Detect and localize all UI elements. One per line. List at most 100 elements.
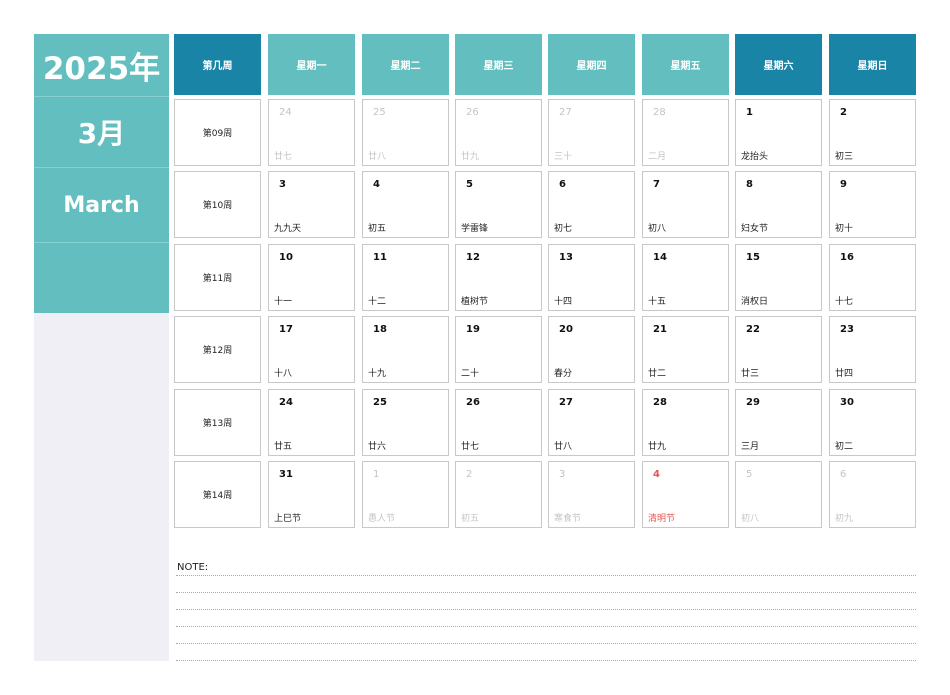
week-number: 第14周	[174, 461, 261, 528]
lunar-label: 廿八	[554, 442, 573, 452]
day-cell: 9 初十	[829, 171, 916, 238]
lunar-label: 廿五	[274, 442, 293, 452]
header-day: 星期二	[362, 34, 449, 95]
lunar-label: 清明节	[648, 514, 676, 524]
lunar-label: 初二	[835, 442, 854, 452]
lunar-label: 廿三	[741, 369, 760, 379]
lunar-label: 十二	[368, 297, 387, 307]
day-number: 22	[746, 324, 760, 335]
month-cn-label: 3月	[34, 97, 169, 168]
lunar-label: 龙抬头	[741, 152, 769, 162]
day-number: 8	[746, 179, 753, 190]
day-number: 21	[653, 324, 667, 335]
lunar-label: 寒食节	[554, 514, 582, 524]
day-number: 27	[559, 397, 573, 408]
day-cell: 27 廿八	[548, 389, 635, 456]
lunar-label: 植树节	[461, 297, 489, 307]
header-day: 星期日	[829, 34, 916, 95]
day-cell: 16 十七	[829, 244, 916, 311]
day-cell: 28 二月	[642, 99, 729, 166]
day-number: 6	[840, 469, 847, 480]
day-cell: 15 消权日	[735, 244, 822, 311]
day-number: 2	[840, 107, 847, 118]
lunar-label: 二月	[648, 152, 667, 162]
day-cell: 25 廿六	[362, 389, 449, 456]
day-cell: 22 廿三	[735, 316, 822, 383]
lunar-label: 二十	[461, 369, 480, 379]
day-number: 13	[559, 252, 573, 263]
day-number: 24	[279, 397, 293, 408]
day-cell: 28 廿九	[642, 389, 729, 456]
sidebar-accent-block	[34, 243, 169, 313]
day-number: 4	[373, 179, 380, 190]
lunar-label: 十七	[835, 297, 854, 307]
day-number: 5	[466, 179, 473, 190]
day-cell: 26 廿七	[455, 389, 542, 456]
day-cell: 7 初八	[642, 171, 729, 238]
week-number: 第12周	[174, 316, 261, 383]
header-day: 星期一	[268, 34, 355, 95]
day-cell: 3 寒食节	[548, 461, 635, 528]
day-number: 4	[653, 469, 660, 480]
lunar-label: 九九天	[274, 224, 302, 234]
lunar-label: 廿九	[461, 152, 480, 162]
lunar-label: 十四	[554, 297, 573, 307]
day-cell: 21 廿二	[642, 316, 729, 383]
day-cell: 31 上巳节	[268, 461, 355, 528]
year-label: 2025年	[34, 34, 169, 97]
week-number: 第10周	[174, 171, 261, 238]
lunar-label: 春分	[554, 369, 573, 379]
week-number: 第11周	[174, 244, 261, 311]
day-cell: 1 龙抬头	[735, 99, 822, 166]
lunar-label: 廿九	[648, 442, 667, 452]
day-number: 12	[466, 252, 480, 263]
header-day: 星期四	[548, 34, 635, 95]
header-week-col: 第几周	[174, 34, 261, 95]
lunar-label: 妇女节	[741, 224, 769, 234]
day-cell: 2 初五	[455, 461, 542, 528]
week-number: 第13周	[174, 389, 261, 456]
day-cell: 4 清明节	[642, 461, 729, 528]
day-number: 1	[746, 107, 753, 118]
day-cell: 10 十一	[268, 244, 355, 311]
day-cell: 11 十二	[362, 244, 449, 311]
lunar-label: 愚人节	[368, 514, 396, 524]
lunar-label: 廿六	[368, 442, 387, 452]
lunar-label: 上巳节	[274, 514, 302, 524]
lunar-label: 初五	[461, 514, 480, 524]
lunar-label: 初七	[554, 224, 573, 234]
lunar-label: 十一	[274, 297, 293, 307]
day-number: 26	[466, 107, 479, 118]
lunar-label: 初八	[741, 514, 760, 524]
lunar-label: 廿二	[648, 369, 667, 379]
day-number: 31	[279, 469, 293, 480]
day-cell: 24 廿五	[268, 389, 355, 456]
lunar-label: 初三	[835, 152, 854, 162]
day-cell: 20 春分	[548, 316, 635, 383]
lunar-label: 十九	[368, 369, 387, 379]
note-line	[176, 626, 916, 627]
lunar-label: 廿八	[368, 152, 387, 162]
day-number: 17	[279, 324, 293, 335]
header-day: 星期五	[642, 34, 729, 95]
day-number: 6	[559, 179, 566, 190]
day-cell: 17 十八	[268, 316, 355, 383]
day-number: 24	[279, 107, 292, 118]
day-cell: 3 九九天	[268, 171, 355, 238]
week-number: 第09周	[174, 99, 261, 166]
day-number: 5	[746, 469, 753, 480]
day-number: 11	[373, 252, 387, 263]
lunar-label: 廿七	[461, 442, 480, 452]
day-cell: 6 初九	[829, 461, 916, 528]
day-number: 16	[840, 252, 854, 263]
month-en-label: March	[34, 168, 169, 243]
lunar-label: 三月	[741, 442, 760, 452]
day-number: 25	[373, 107, 386, 118]
day-cell: 25 廿八	[362, 99, 449, 166]
day-cell: 13 十四	[548, 244, 635, 311]
day-number: 9	[840, 179, 847, 190]
day-cell: 5 学雷锋	[455, 171, 542, 238]
day-cell: 8 妇女节	[735, 171, 822, 238]
note-line	[176, 660, 916, 661]
day-number: 1	[373, 469, 380, 480]
